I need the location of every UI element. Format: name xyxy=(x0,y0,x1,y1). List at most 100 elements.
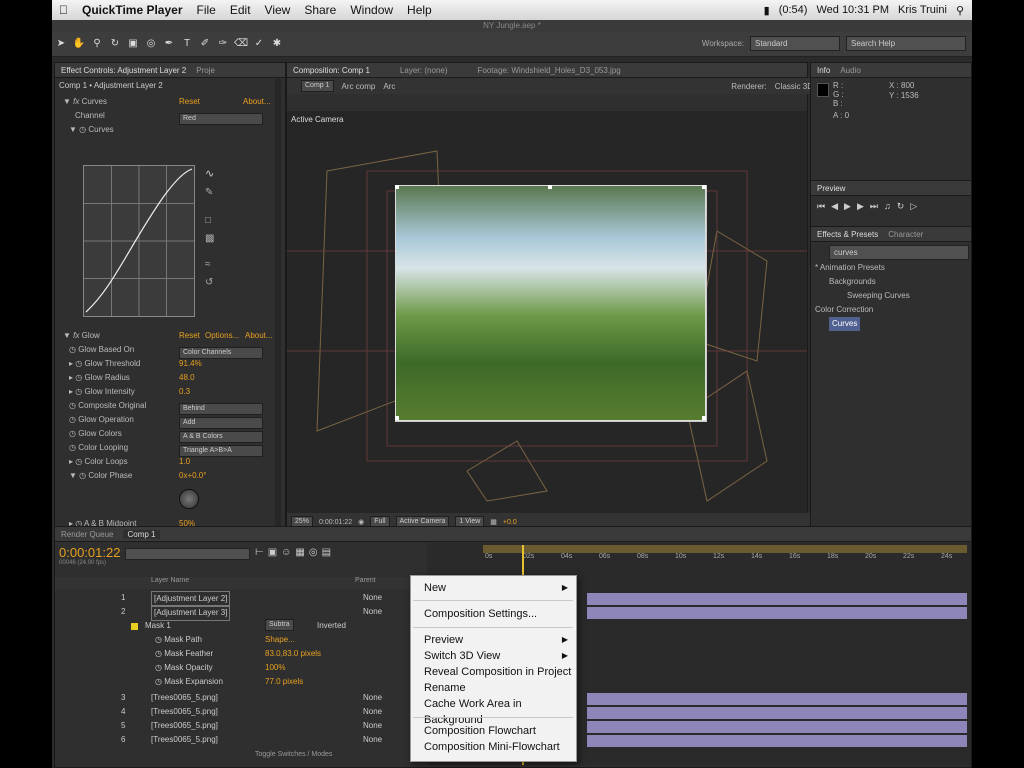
pan-behind-tool-icon[interactable]: ◎ xyxy=(144,37,158,51)
tab-preview[interactable]: Preview xyxy=(817,184,845,193)
layer-duration-bar[interactable] xyxy=(587,607,967,619)
clone-tool-icon[interactable]: ✑ xyxy=(216,37,230,51)
tab-project[interactable]: Proje xyxy=(196,66,215,75)
comp-mini-flowchart-icon[interactable]: ⊢ xyxy=(255,547,264,558)
mask-feather-value[interactable]: 83.0,83.0 pixels xyxy=(265,647,321,661)
layer-duration-bar[interactable] xyxy=(587,735,967,747)
clock[interactable]: Wed 10:31 PM xyxy=(816,4,889,16)
spotlight-icon[interactable]: ⚲ xyxy=(956,4,964,17)
layer-duration-bar[interactable] xyxy=(587,707,967,719)
channel-dropdown[interactable]: Red xyxy=(179,113,263,125)
selection-tool-icon[interactable]: ➤ xyxy=(54,37,68,51)
layer-duration-bar[interactable] xyxy=(587,593,967,605)
layer-row[interactable]: 5 [Trees0065_5.png] None xyxy=(55,719,427,733)
tree-animation-presets[interactable]: * Animation Presets xyxy=(815,261,885,275)
menu-item-composition-flowchart[interactable]: Composition Flowchart xyxy=(424,723,572,739)
shy-icon[interactable]: ☺ xyxy=(281,547,291,558)
tab-effect-controls[interactable]: Effect Controls: Adjustment Layer 2 xyxy=(61,66,186,75)
snapshot-icon[interactable]: ◉ xyxy=(358,518,364,526)
menu-view[interactable]: View xyxy=(258,3,298,17)
zoom-tool-icon[interactable]: ⚲ xyxy=(90,37,104,51)
menu-window[interactable]: Window xyxy=(343,3,400,17)
menu-item-composition-settings[interactable]: Composition Settings... xyxy=(424,606,572,622)
frame-blending-icon[interactable]: ▦ xyxy=(295,547,304,558)
mask-path-value[interactable]: Shape... xyxy=(265,633,295,647)
curves-about-link[interactable]: About... xyxy=(243,95,271,109)
first-frame-icon[interactable]: ⏮ xyxy=(817,201,825,212)
mask-row[interactable]: Mask 1 Subtra Inverted xyxy=(55,619,427,633)
play-icon[interactable]: ▶ xyxy=(844,201,851,212)
color-phase-value[interactable]: 0x+0.0° xyxy=(179,469,206,483)
camera-tool-icon[interactable]: ▣ xyxy=(126,37,140,51)
layer-duration-bar[interactable] xyxy=(587,721,967,733)
tab-info[interactable]: Info xyxy=(817,66,830,75)
glow-operation-dropdown[interactable]: Add xyxy=(179,417,263,429)
layer-row[interactable]: 6 [Trees0065_5.png] None xyxy=(55,733,427,747)
curve-tool-icon[interactable]: ∿ xyxy=(205,167,214,180)
curves-reset-link[interactable]: Reset xyxy=(179,95,200,109)
menu-help[interactable]: Help xyxy=(400,3,439,17)
menu-item-cache-work-area[interactable]: Cache Work Area in Background xyxy=(424,696,572,726)
crumb-arc-comp[interactable]: Arc comp xyxy=(342,82,376,91)
tree-color-correction[interactable]: Color Correction xyxy=(815,303,873,317)
tab-audio[interactable]: Audio xyxy=(840,66,860,75)
mask-opacity-value[interactable]: 100% xyxy=(265,661,285,675)
curves-graph[interactable] xyxy=(83,165,195,317)
graph-editor-icon[interactable]: ▤ xyxy=(322,547,331,558)
motion-blur-icon[interactable]: ◎ xyxy=(309,547,318,558)
color-phase-dial[interactable] xyxy=(179,489,199,509)
type-tool-icon[interactable]: T xyxy=(180,37,194,51)
curves-effect-header[interactable]: ▼ fx Curves xyxy=(63,95,107,109)
menu-item-composition-mini-flowchart[interactable]: Composition Mini-Flowchart xyxy=(424,739,572,755)
brush-tool-icon[interactable]: ✐ xyxy=(198,37,212,51)
roto-brush-tool-icon[interactable]: ✓ xyxy=(252,37,266,51)
timecode-button[interactable]: 0:00:01:22 xyxy=(319,519,352,526)
glow-about-link[interactable]: About... xyxy=(245,329,273,343)
menu-item-preview[interactable]: Preview ▶ xyxy=(424,632,572,648)
crumb-arc[interactable]: Arc xyxy=(383,82,395,91)
glow-radius-value[interactable]: 48.0 xyxy=(179,371,195,385)
apple-icon[interactable]:  xyxy=(52,3,75,17)
smooth-icon[interactable]: ≈ xyxy=(205,259,211,270)
tab-composition[interactable]: Composition: Comp 1 xyxy=(293,66,370,75)
scrollbar[interactable] xyxy=(275,79,281,529)
glow-intensity-value[interactable]: 0.3 xyxy=(179,385,190,399)
renderer-value[interactable]: Classic 3D xyxy=(775,82,813,91)
work-area-bar[interactable] xyxy=(483,545,967,553)
eraser-tool-icon[interactable]: ⌫ xyxy=(234,37,248,51)
glow-effect-header[interactable]: ▼ fx Glow xyxy=(63,329,100,343)
effects-search-input[interactable]: curves xyxy=(829,245,969,260)
workspace-select[interactable]: Standard xyxy=(750,36,840,51)
tab-character[interactable]: Character xyxy=(888,230,923,239)
last-frame-icon[interactable]: ⏭ xyxy=(870,201,878,212)
draft-3d-icon[interactable]: ▣ xyxy=(268,547,277,558)
user-name[interactable]: Kris Truini xyxy=(898,4,947,16)
save-file-icon[interactable]: ▩ xyxy=(205,233,214,244)
grid-icon[interactable]: ▦ xyxy=(490,518,497,526)
tab-layer[interactable]: Layer: (none) xyxy=(400,66,448,75)
app-menu[interactable]: QuickTime Player xyxy=(75,3,190,17)
glow-threshold-value[interactable]: 91.4% xyxy=(179,357,202,371)
puppet-tool-icon[interactable]: ✱ xyxy=(270,37,284,51)
menu-item-new[interactable]: New ▶ xyxy=(424,580,572,596)
tab-footage[interactable]: Footage: Windshield_Holes_D3_053.jpg xyxy=(478,66,621,75)
tab-comp1[interactable]: Comp 1 xyxy=(123,529,160,539)
audio-icon[interactable]: ♫ xyxy=(884,201,891,212)
reset-curve-icon[interactable]: ↺ xyxy=(205,277,213,288)
ram-preview-icon[interactable]: ▷ xyxy=(910,201,917,212)
composite-original-dropdown[interactable]: Behind xyxy=(179,403,263,415)
next-frame-icon[interactable]: ▶ xyxy=(857,201,864,212)
color-looping-dropdown[interactable]: Triangle A>B>A xyxy=(179,445,263,457)
rotate-tool-icon[interactable]: ↻ xyxy=(108,37,122,51)
glow-reset-link[interactable]: Reset xyxy=(179,329,200,343)
timeline-search-input[interactable] xyxy=(125,548,250,560)
menu-item-switch-3d-view[interactable]: Switch 3D View ▶ xyxy=(424,648,572,664)
menu-item-rename[interactable]: Rename xyxy=(424,680,572,696)
pen-tool-icon[interactable]: ✒ xyxy=(162,37,176,51)
mask-mode-dropdown[interactable]: Subtra xyxy=(265,619,294,631)
layer-duration-bar[interactable] xyxy=(587,693,967,705)
time-ruler[interactable]: 0s 02s 04s 06s 08s 10s 12s 14s 16s 18s 2… xyxy=(427,553,971,567)
layer-row[interactable]: 4 [Trees0065_5.png] None xyxy=(55,705,427,719)
prev-frame-icon[interactable]: ◀ xyxy=(831,201,838,212)
tree-curves[interactable]: Curves xyxy=(829,317,861,331)
